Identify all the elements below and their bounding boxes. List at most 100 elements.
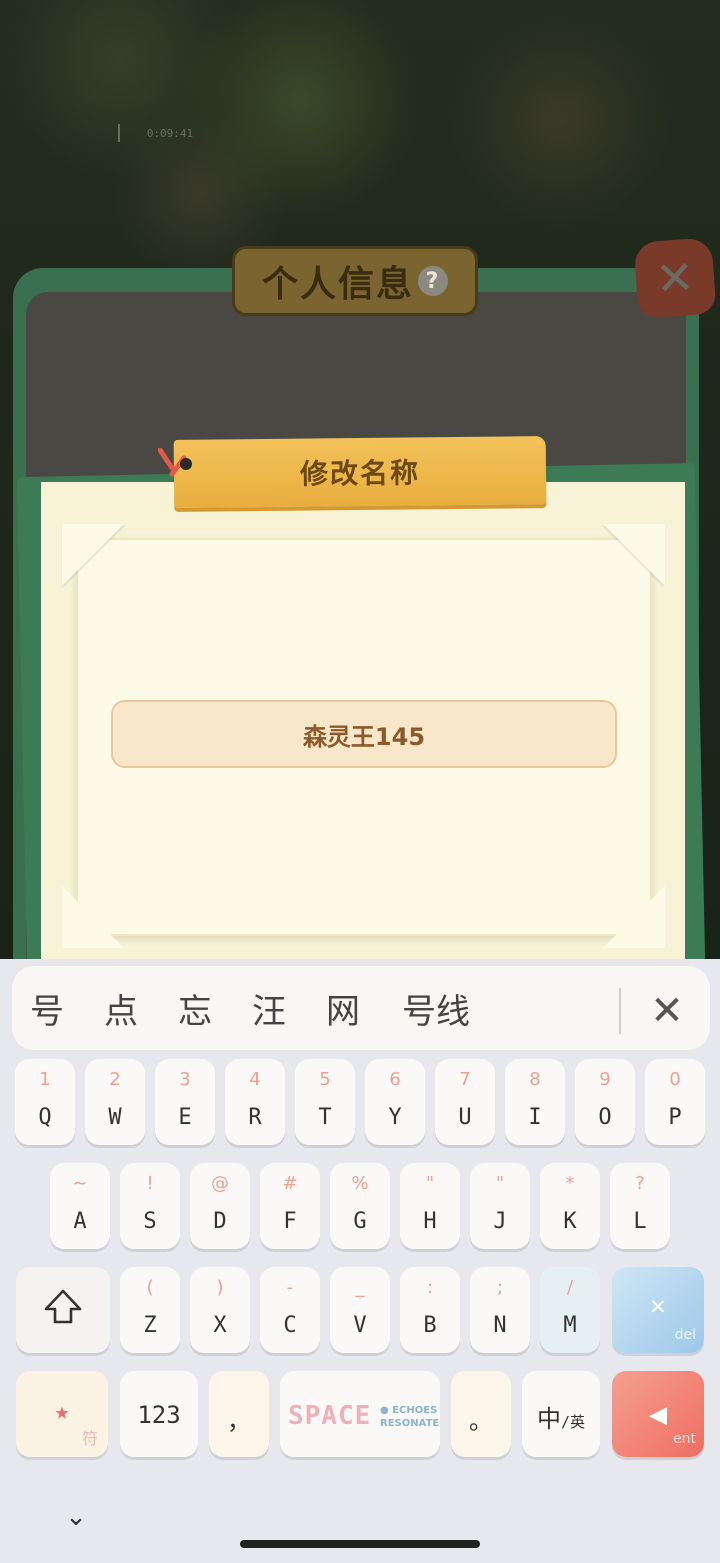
candidate-item[interactable]: 网 — [326, 984, 360, 1033]
key-label: G — [353, 1209, 367, 1234]
key-hint: 4 — [249, 1069, 261, 1090]
key-label: Y — [388, 1105, 402, 1130]
key-i[interactable]: 8I — [505, 1059, 565, 1145]
space-brand-line: ● ECHOES — [380, 1405, 438, 1416]
key-label: L — [633, 1209, 647, 1234]
key-g[interactable]: % G — [330, 1163, 390, 1249]
key-a[interactable]: ~ A — [50, 1163, 110, 1249]
key-label: C — [283, 1313, 297, 1338]
key-s[interactable]: ! S — [120, 1163, 180, 1249]
period-key[interactable]: 。 — [451, 1371, 511, 1457]
key-label: N — [493, 1313, 507, 1338]
key-w[interactable]: 2W — [85, 1059, 145, 1145]
photo-corner — [62, 886, 124, 948]
key-m[interactable]: / M — [540, 1267, 600, 1353]
key-label: K — [563, 1209, 577, 1234]
key-t[interactable]: 5T — [295, 1059, 355, 1145]
key-label: U — [458, 1105, 472, 1130]
key-hint: " — [495, 1173, 505, 1194]
help-icon[interactable]: ? — [418, 266, 448, 296]
candidate-item[interactable]: 忘 — [178, 984, 212, 1033]
period-key-label: 。 — [469, 1407, 493, 1435]
language-toggle-label: 中/英 — [522, 1399, 600, 1434]
key-label: I — [528, 1105, 542, 1130]
key-hint: ) — [216, 1277, 224, 1298]
key-hint: " — [425, 1173, 435, 1194]
name-input[interactable]: 森灵王145 — [111, 700, 617, 768]
key-z[interactable]: (Z — [120, 1267, 180, 1353]
candidate-item[interactable]: 号 — [30, 984, 64, 1033]
key-label: V — [353, 1313, 367, 1338]
key-c[interactable]: -C — [260, 1267, 320, 1353]
key-d[interactable]: @ D — [190, 1163, 250, 1249]
key-label: F — [283, 1209, 297, 1234]
key-hint: % — [351, 1173, 369, 1194]
delete-key[interactable]: ✕ del — [612, 1267, 704, 1353]
key-y[interactable]: 6Y — [365, 1059, 425, 1145]
delete-key-label: del — [674, 1327, 696, 1343]
chevron-down-icon[interactable]: ⌄ — [58, 1499, 94, 1535]
key-b[interactable]: :B — [400, 1267, 460, 1353]
key-label: B — [423, 1313, 437, 1338]
key-e[interactable]: 3E — [155, 1059, 215, 1145]
space-brand-line: RESONATE — [380, 1418, 440, 1429]
key-r[interactable]: 4R — [225, 1059, 285, 1145]
key-hint: ! — [146, 1173, 154, 1194]
key-u[interactable]: 7U — [435, 1059, 495, 1145]
keyboard: 号 点 忘 汪 网 号线 ✕ 1Q 2W 3E 4R 5T 6Y 7U 8I 9… — [0, 959, 720, 1563]
key-hint: # — [282, 1173, 298, 1194]
key-hint: ; — [496, 1277, 504, 1298]
home-indicator[interactable] — [240, 1540, 480, 1548]
space-key[interactable]: SPACE ● ECHOES RESONATE — [280, 1371, 440, 1457]
key-label: W — [108, 1105, 122, 1130]
key-label: J — [493, 1209, 507, 1234]
candidate-item[interactable]: 号线 — [402, 984, 470, 1033]
close-panel-button[interactable]: ✕ — [633, 237, 717, 319]
key-l[interactable]: ? L — [610, 1163, 670, 1249]
close-icon[interactable]: ✕ — [642, 986, 692, 1036]
candidate-item[interactable]: 点 — [104, 984, 138, 1033]
key-v[interactable]: _ V — [330, 1267, 390, 1353]
photo-corner — [603, 524, 665, 586]
key-hint: 3 — [179, 1069, 191, 1090]
key-label: M — [563, 1313, 577, 1338]
key-label: E — [178, 1105, 192, 1130]
key-label: O — [598, 1105, 612, 1130]
key-label: D — [213, 1209, 227, 1234]
comma-key[interactable]: ， — [209, 1371, 269, 1457]
key-hint: 2 — [109, 1069, 121, 1090]
shift-key[interactable] — [16, 1267, 110, 1353]
key-o[interactable]: 9O — [575, 1059, 635, 1145]
candidate-divider — [619, 988, 621, 1034]
candidate-item[interactable]: 汪 — [252, 984, 286, 1033]
key-label: T — [318, 1105, 332, 1130]
key-hint: _ — [355, 1277, 365, 1298]
key-f[interactable]: # F — [260, 1163, 320, 1249]
enter-key[interactable]: ◀ ent — [612, 1371, 704, 1457]
symbol-key-label: 符 — [81, 1429, 98, 1448]
delete-icon: ✕ — [650, 1291, 666, 1321]
key-hint: @ — [211, 1173, 229, 1194]
key-hint: ( — [146, 1277, 154, 1298]
key-q[interactable]: 1Q — [15, 1059, 75, 1145]
key-h[interactable]: " H — [400, 1163, 460, 1249]
key-x[interactable]: ) X — [190, 1267, 250, 1353]
symbol-key[interactable]: ★ 符 — [16, 1371, 108, 1457]
key-hint: * — [565, 1173, 575, 1194]
key-n[interactable]: ; N — [470, 1267, 530, 1353]
key-j[interactable]: " J — [470, 1163, 530, 1249]
key-p[interactable]: 0P — [645, 1059, 705, 1145]
key-label: Z — [143, 1313, 157, 1338]
numeric-key-label: 123 — [137, 1401, 181, 1429]
key-label: X — [213, 1313, 227, 1338]
photo-corner — [603, 886, 665, 948]
key-k[interactable]: * K — [540, 1163, 600, 1249]
enter-icon: ◀ — [648, 1397, 668, 1432]
key-hint: ? — [635, 1173, 645, 1194]
language-toggle-key[interactable]: 中/英 — [522, 1371, 600, 1457]
numeric-key[interactable]: 123 — [120, 1371, 198, 1457]
game-timer: 0:09:41 — [118, 124, 220, 142]
candidate-bar: 号 点 忘 汪 网 号线 ✕ — [12, 966, 710, 1050]
key-hint: 5 — [319, 1069, 331, 1090]
key-label: S — [143, 1209, 157, 1234]
